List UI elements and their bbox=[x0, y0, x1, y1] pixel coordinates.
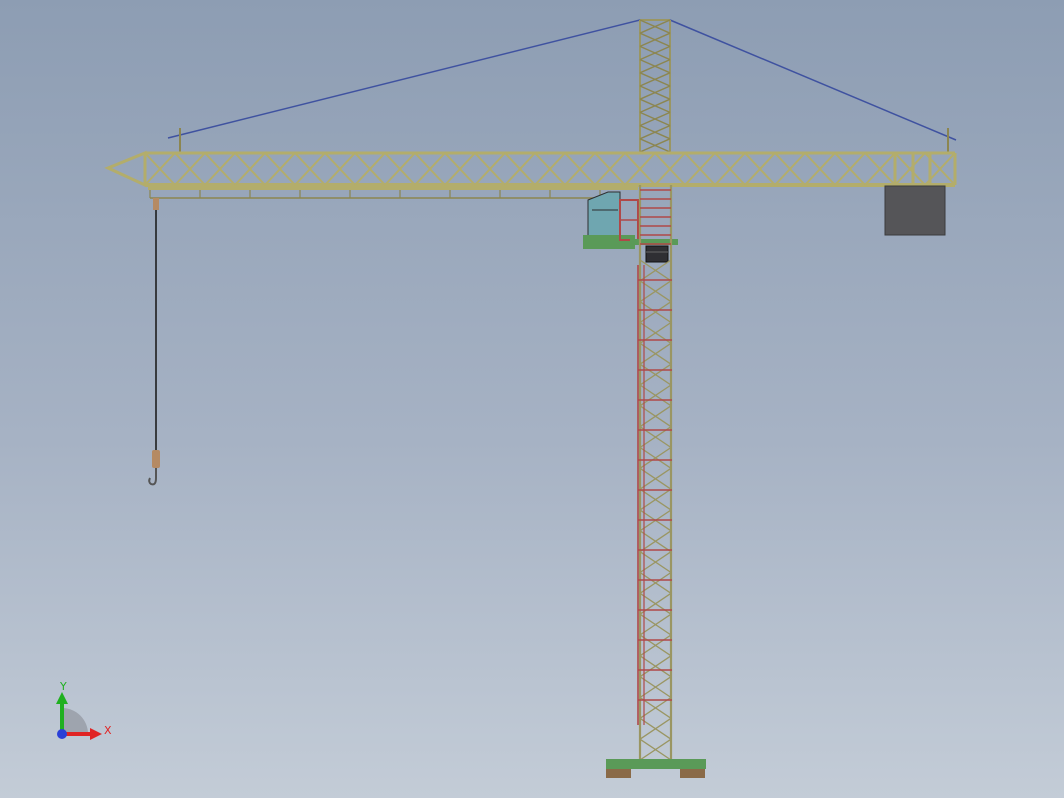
crane-base bbox=[606, 759, 706, 778]
hook-icon bbox=[148, 468, 157, 486]
front-tie-cable bbox=[167, 19, 641, 139]
crane-apex-tower bbox=[639, 19, 671, 153]
jib-tie-cables bbox=[167, 19, 957, 152]
crane-mast bbox=[638, 185, 673, 761]
base-foot-right bbox=[680, 769, 705, 778]
tower-crane-model[interactable] bbox=[0, 0, 1064, 798]
base-slab bbox=[606, 759, 706, 769]
y-axis-label: Y bbox=[59, 680, 67, 693]
cab-body bbox=[587, 191, 621, 239]
cad-viewport[interactable]: Y X bbox=[0, 0, 1064, 798]
counterweight bbox=[884, 185, 946, 236]
hoist-cable-and-hook bbox=[148, 198, 160, 486]
operator-cab bbox=[583, 191, 678, 249]
base-foot-left bbox=[606, 769, 631, 778]
counterweight-block bbox=[884, 185, 946, 236]
slewing-drum bbox=[645, 245, 669, 263]
x-axis-label: X bbox=[104, 724, 112, 737]
hook-block bbox=[152, 450, 160, 468]
xyz-triad-icon: Y X bbox=[56, 680, 112, 740]
y-axis-arrowhead-icon bbox=[56, 692, 68, 704]
rear-tie-cable bbox=[669, 19, 957, 141]
triad-plane-icon bbox=[62, 708, 88, 734]
jib-nose bbox=[104, 150, 147, 188]
z-axis-dot-icon bbox=[57, 729, 67, 739]
slewing-unit bbox=[645, 245, 669, 263]
crane-jib bbox=[104, 150, 957, 188]
x-axis-arrowhead-icon bbox=[90, 728, 102, 740]
cab-platform bbox=[583, 235, 635, 249]
trolley-sheave bbox=[153, 198, 159, 210]
rail-upper bbox=[148, 186, 638, 190]
trolley-rail bbox=[148, 186, 638, 199]
